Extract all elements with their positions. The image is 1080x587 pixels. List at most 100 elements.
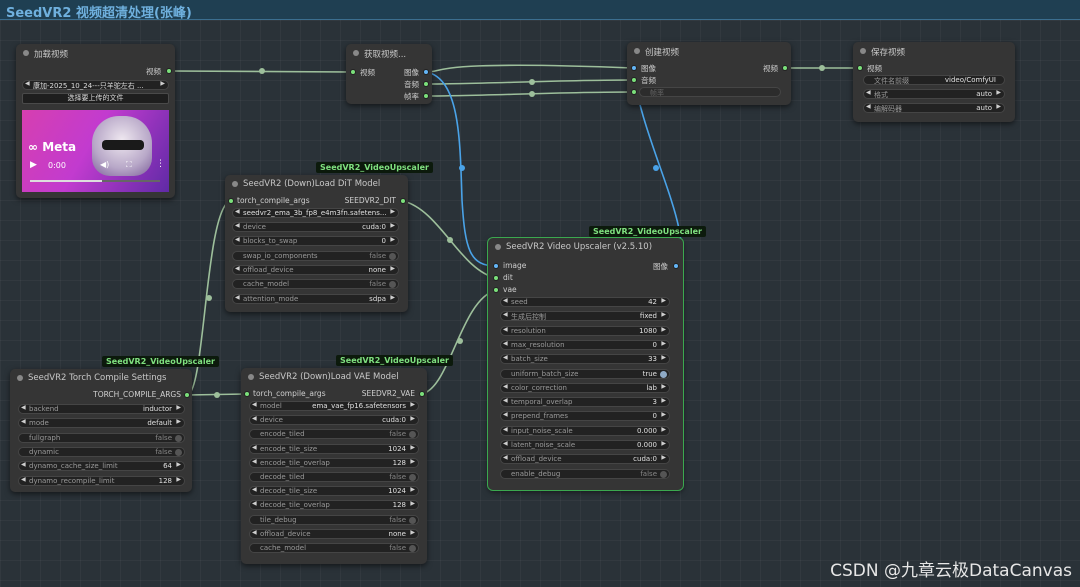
arrow-right-icon[interactable]: ▶ <box>390 294 395 301</box>
arrow-left-icon[interactable]: ◀ <box>252 458 257 465</box>
toggle-knob-icon[interactable] <box>389 281 396 289</box>
input-slot-dot[interactable] <box>493 287 499 293</box>
output-slot-dot[interactable] <box>400 198 406 204</box>
input-slot-dot[interactable] <box>228 198 234 204</box>
widget-color-correction[interactable]: ◀ color_correction lab ▶ <box>500 382 670 393</box>
input-slot-dot[interactable] <box>857 65 863 71</box>
collapse-dot-icon[interactable] <box>248 374 254 380</box>
arrow-right-icon[interactable]: ▶ <box>390 208 395 215</box>
toggle-knob-icon[interactable] <box>660 370 667 378</box>
collapse-dot-icon[interactable] <box>495 244 501 250</box>
arrow-right-icon[interactable]: ▶ <box>176 461 181 468</box>
more-menu-icon[interactable]: ⋮ <box>156 159 165 169</box>
output-slot-dot[interactable] <box>419 391 425 397</box>
node-header[interactable]: SeedVR2 Torch Compile Settings <box>10 369 192 387</box>
collapse-dot-icon[interactable] <box>634 48 640 54</box>
dit-loader-node[interactable]: SeedVR2 (Down)Load DiT Model torch_compi… <box>225 175 408 312</box>
arrow-left-icon[interactable]: ◀ <box>503 440 508 447</box>
arrow-right-icon[interactable]: ▶ <box>176 476 181 483</box>
node-header[interactable]: 获取视频... <box>346 44 432 62</box>
node-header[interactable]: SeedVR2 (Down)Load VAE Model <box>241 368 427 386</box>
arrow-left-icon[interactable]: ◀ <box>503 411 508 418</box>
format-combo[interactable]: ◀ 格式 auto ▶ <box>863 89 1005 99</box>
output-slot-dot[interactable] <box>423 81 429 87</box>
widget-model[interactable]: ◀ model ema_vae_fp16.safetensors ▶ <box>249 401 419 411</box>
collapse-dot-icon[interactable] <box>23 50 29 56</box>
video-preview[interactable]: ∞ Meta ▶ 0:00 ◀) ⛶ ⋮ <box>22 110 169 192</box>
toggle-knob-icon[interactable] <box>409 474 416 481</box>
input-slot-dot[interactable] <box>493 263 499 269</box>
play-icon[interactable]: ▶ <box>30 160 37 170</box>
arrow-right-icon[interactable]: ▶ <box>661 354 666 361</box>
arrow-right-icon[interactable]: ▶ <box>661 426 666 433</box>
node-header[interactable]: SeedVR2 (Down)Load DiT Model <box>225 175 408 193</box>
arrow-left-icon[interactable]: ◀ <box>503 297 508 304</box>
output-slot-dot[interactable] <box>184 392 190 398</box>
arrow-left-icon[interactable]: ◀ <box>866 103 871 110</box>
arrow-right-icon[interactable]: ▶ <box>410 444 415 451</box>
arrow-right-icon[interactable]: ▶ <box>996 103 1001 110</box>
toggle-knob-icon[interactable] <box>409 431 416 439</box>
torch-compile-node[interactable]: SeedVR2 Torch Compile Settings TORCH_COM… <box>10 369 192 492</box>
arrow-right-icon[interactable]: ▶ <box>661 297 666 304</box>
arrow-right-icon[interactable]: ▶ <box>410 500 415 507</box>
widget-attention-mode[interactable]: ◀ attention_mode sdpa ▶ <box>232 293 399 304</box>
widget-cache-model[interactable]: cache_model false <box>249 543 419 553</box>
widget-offload-device[interactable]: ◀ offload_device cuda:0 ▶ <box>500 454 670 465</box>
arrow-left-icon[interactable]: ◀ <box>235 294 240 301</box>
arrow-left-icon[interactable]: ◀ <box>503 354 508 361</box>
output-slot-dot[interactable] <box>673 263 679 269</box>
arrow-right-icon[interactable]: ▶ <box>390 222 395 229</box>
input-slot-dot[interactable] <box>631 77 637 83</box>
arrow-left-icon[interactable]: ◀ <box>503 383 508 390</box>
widget-fullgraph[interactable]: fullgraph false <box>18 432 185 443</box>
arrow-left-icon[interactable]: ◀ <box>503 326 508 333</box>
widget-batch-size[interactable]: ◀ batch_size 33 ▶ <box>500 354 670 365</box>
video-upscaler-node[interactable]: SeedVR2 Video Upscaler (v2.5.10) image d… <box>487 237 684 491</box>
arrow-left-icon[interactable]: ◀ <box>503 340 508 347</box>
arrow-right-icon[interactable]: ▶ <box>410 401 415 408</box>
model-combo[interactable]: ◀ seedvr2_ema_3b_fp8_e4m3fn.safetens... ▶ <box>232 208 399 218</box>
input-slot-dot[interactable] <box>350 69 356 75</box>
arrow-right-icon[interactable]: ▶ <box>160 80 165 87</box>
toggle-knob-icon[interactable] <box>409 545 416 552</box>
node-header[interactable]: 创建视频 <box>627 42 791 60</box>
widget-backend[interactable]: ◀ backend inductor ▶ <box>18 404 185 414</box>
volume-icon[interactable]: ◀) <box>100 160 109 169</box>
arrow-left-icon[interactable]: ◀ <box>252 529 257 536</box>
input-slot-dot[interactable] <box>631 89 637 95</box>
node-header[interactable]: 加载视频 <box>16 44 175 62</box>
toggle-knob-icon[interactable] <box>389 252 396 260</box>
arrow-right-icon[interactable]: ▶ <box>661 440 666 447</box>
widget-decode-tile-size[interactable]: ◀ decode_tile_size 1024 ▶ <box>249 486 419 497</box>
toggle-knob-icon[interactable] <box>660 470 667 478</box>
widget-offload-device[interactable]: ◀ offload_device none ▶ <box>249 528 419 539</box>
widget-decode-tile-overlap[interactable]: ◀ decode_tile_overlap 128 ▶ <box>249 500 419 511</box>
arrow-right-icon[interactable]: ▶ <box>661 397 666 404</box>
arrow-left-icon[interactable]: ◀ <box>252 500 257 507</box>
input-slot-dot[interactable] <box>493 275 499 281</box>
widget-prepend-frames[interactable]: ◀ prepend_frames 0 ▶ <box>500 411 670 422</box>
arrow-left-icon[interactable]: ◀ <box>235 236 240 243</box>
widget-swap-io-components[interactable]: swap_io_components false <box>232 250 399 261</box>
toggle-knob-icon[interactable] <box>175 448 182 456</box>
create-video-node[interactable]: 创建视频 图像 音频 帧率 视频 <box>627 42 791 105</box>
save-video-node[interactable]: 保存视频 视频 文件名前缀 video/ComfyUI ◀ 格式 auto ▶ ◀ 编解码… <box>853 42 1015 122</box>
widget-tile-debug[interactable]: tile_debug false <box>249 514 419 525</box>
widget-dynamo-recompile-limit[interactable]: ◀ dynamo_recompile_limit 128 ▶ <box>18 475 185 486</box>
arrow-right-icon[interactable]: ▶ <box>661 311 666 318</box>
widget-encode-tile-overlap[interactable]: ◀ encode_tile_overlap 128 ▶ <box>249 457 419 468</box>
input-slot-dot[interactable] <box>244 391 250 397</box>
load-video-node[interactable]: 加载视频 视频 ◀ 康加-2025_10_24---只羊驼左右 ... ▶ 选择要上… <box>16 44 175 198</box>
arrow-right-icon[interactable]: ▶ <box>410 529 415 536</box>
collapse-dot-icon[interactable] <box>353 50 359 56</box>
arrow-right-icon[interactable]: ▶ <box>661 340 666 347</box>
arrow-right-icon[interactable]: ▶ <box>390 236 395 243</box>
arrow-left-icon[interactable]: ◀ <box>252 486 257 493</box>
arrow-right-icon[interactable]: ▶ <box>996 89 1001 96</box>
widget-enable-debug[interactable]: enable_debug false <box>500 468 670 479</box>
arrow-left-icon[interactable]: ◀ <box>21 476 26 483</box>
widget-latent-noise-scale[interactable]: ◀ latent_noise_scale 0.000 ▶ <box>500 440 670 450</box>
widget-temporal-overlap[interactable]: ◀ temporal_overlap 3 ▶ <box>500 397 670 408</box>
output-slot-dot[interactable] <box>423 93 429 99</box>
